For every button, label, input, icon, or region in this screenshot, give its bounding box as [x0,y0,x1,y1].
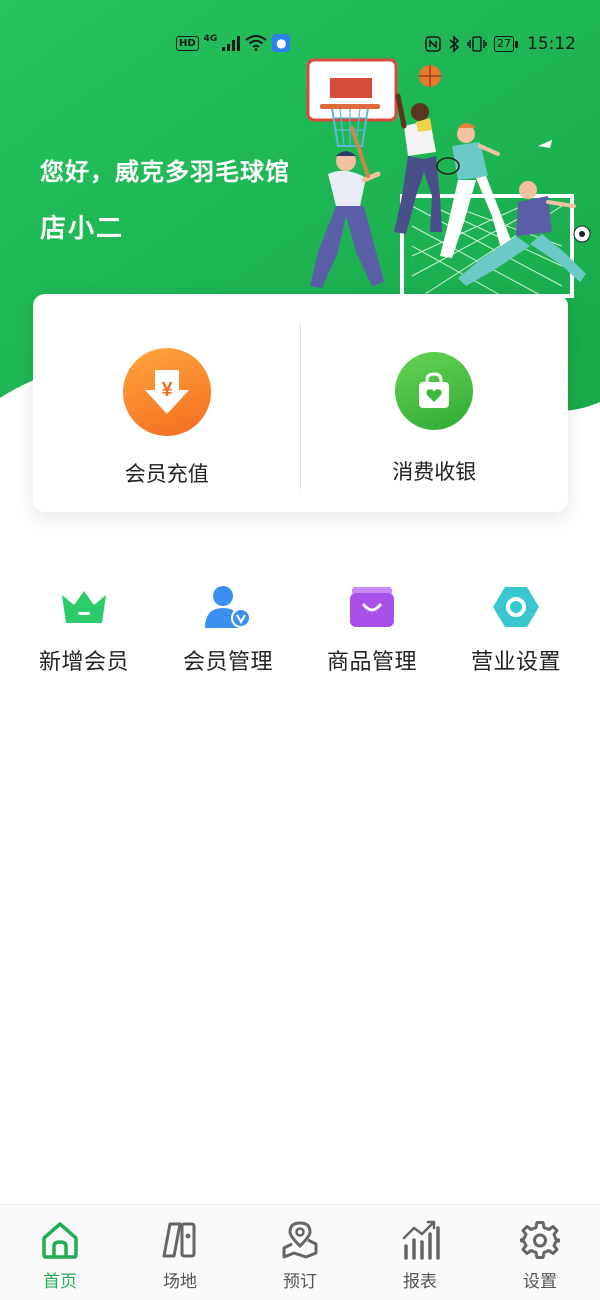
wifi-icon [245,35,267,51]
business-settings-button[interactable]: 营业设置 [444,584,588,676]
business-settings-label: 营业设置 [470,650,561,675]
main-action-card: ¥ 会员充值 消费收银 [33,294,568,512]
nav-settings[interactable]: 设置 [480,1205,600,1300]
nav-settings-label: 设置 [523,1272,557,1292]
nav-report[interactable]: 报表 [360,1205,480,1300]
member-verified-icon [203,584,253,630]
product-management-button[interactable]: 商品管理 [300,584,444,676]
yuan-download-icon: ¥ [122,348,211,436]
nav-booking-label: 预订 [283,1272,317,1292]
member-management-label: 会员管理 [182,650,273,675]
product-management-label: 商品管理 [326,650,417,675]
member-management-button[interactable]: 会员管理 [156,584,300,676]
sports-illustration [306,58,591,298]
location-booking-icon [279,1219,321,1261]
signal-icon [222,35,241,51]
nav-home-label: 首页 [43,1272,77,1292]
member-recharge-button[interactable]: ¥ 会员充值 [33,294,301,512]
checkout-label: 消费收银 [392,460,477,484]
nav-report-label: 报表 [403,1272,437,1292]
battery-indicator: 27 [494,36,518,52]
hexagon-settings-icon [491,584,541,630]
add-member-label: 新增会员 [38,650,129,675]
greeting-text: 您好，威克多羽毛球馆 [40,158,290,186]
bottom-navigation: 首页 场地 预订 报表 设置 [0,1204,600,1300]
user-name: 店小二 [40,214,125,244]
svg-text:¥: ¥ [161,379,173,401]
nfc-icon [425,36,441,52]
vibrate-icon [467,36,487,52]
report-chart-icon [399,1219,441,1261]
add-member-button[interactable]: 新增会员 [12,584,156,676]
nav-booking[interactable]: 预订 [240,1205,360,1300]
network-type: 4G [203,34,218,44]
gear-icon [519,1219,561,1261]
member-recharge-label: 会员充值 [124,462,209,486]
shopping-bag-heart-icon [395,352,474,430]
hd-badge: HD [176,35,199,51]
shopping-basket-icon [347,584,397,630]
notification-bulb-icon: ● [272,34,291,52]
nav-home[interactable]: 首页 [0,1205,120,1300]
nav-venue-label: 场地 [163,1272,197,1292]
bluetooth-icon [449,35,460,53]
home-icon [39,1219,81,1261]
checkout-button[interactable]: 消费收银 [301,294,569,512]
venue-icon [159,1219,201,1261]
crown-icon [59,584,109,630]
nav-venue[interactable]: 场地 [120,1205,240,1300]
status-time: 15:12 [527,34,576,54]
quick-actions: 新增会员 会员管理 商品管理 营业设置 [12,584,588,676]
